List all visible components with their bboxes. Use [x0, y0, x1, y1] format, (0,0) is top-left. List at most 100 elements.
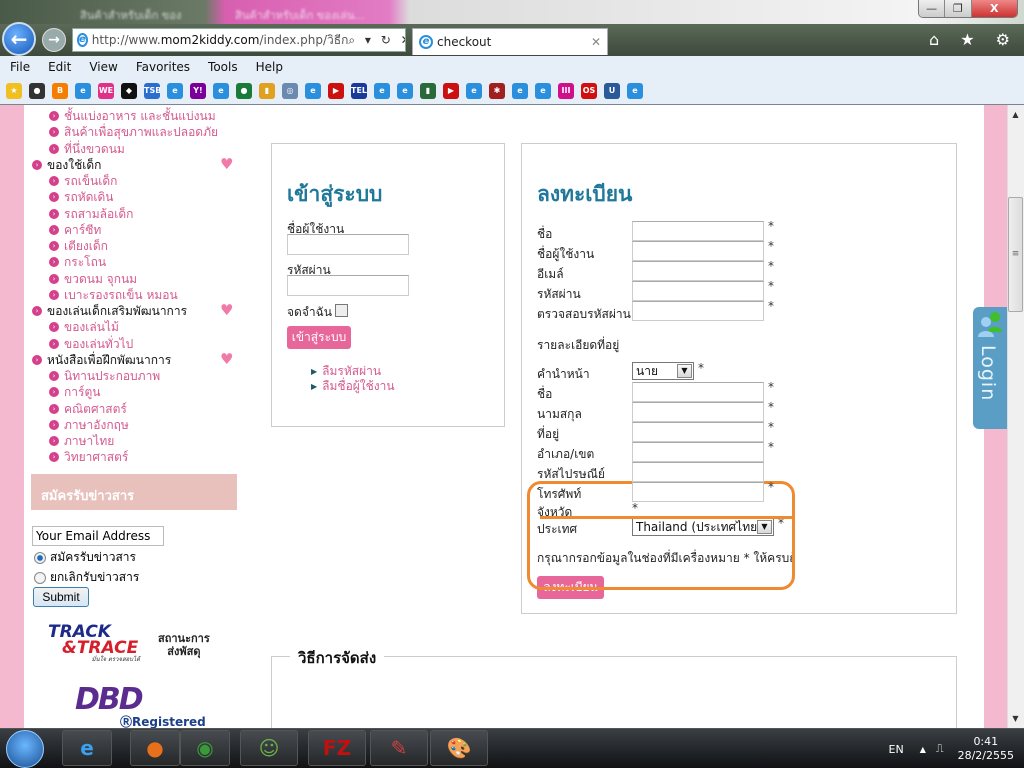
lastfm-icon[interactable]: OS	[581, 83, 597, 99]
taskbar-internet-explorer[interactable]: e	[62, 730, 112, 766]
ghost-icon[interactable]: ●	[29, 83, 45, 99]
start-button[interactable]	[6, 730, 44, 768]
clock[interactable]: 0:41 28/2/2555	[958, 735, 1014, 763]
ie-page-icon[interactable]: e	[466, 83, 482, 99]
forgot-username-link[interactable]: ลืมชื่อผู้ใช้งาน	[311, 377, 394, 396]
remember-me-checkbox[interactable]	[335, 304, 348, 317]
sidebar-item[interactable]: › รถเข็นเด็ก	[24, 173, 256, 189]
ie-page-icon[interactable]: e	[305, 83, 321, 99]
sidebar-item[interactable]: › การ์ตูน	[24, 384, 256, 400]
subscribe-radio[interactable]: สมัครรับข่าวสาร	[34, 548, 136, 567]
unsubscribe-radio[interactable]: ยกเลิกรับข่าวสาร	[34, 568, 139, 587]
sidebar-item[interactable]: › คณิตศาสตร์	[24, 401, 256, 417]
youtube-icon[interactable]: ▶	[443, 83, 459, 99]
globe-icon[interactable]: ●	[236, 83, 252, 99]
close-tab-icon[interactable]: ✕	[591, 35, 601, 49]
sidebar-item[interactable]: › นิทานประกอบภาพ	[24, 368, 256, 384]
sidebar-item[interactable]: › เตียงเด็ก	[24, 238, 256, 254]
robot-icon[interactable]: ✱	[489, 83, 505, 99]
youtube-icon[interactable]: ▶	[328, 83, 344, 99]
favorites-star-icon[interactable]: ★	[6, 83, 22, 99]
address-input[interactable]	[632, 442, 764, 462]
bird-icon[interactable]: ◆	[121, 83, 137, 99]
register-input[interactable]	[632, 281, 764, 301]
ie-page-icon[interactable]: e	[627, 83, 643, 99]
scroll-up-icon[interactable]: ▲	[1008, 110, 1023, 119]
sidebar-item[interactable]: › ขวดนม จุกนม	[24, 271, 256, 287]
newsletter-email-input[interactable]	[32, 526, 164, 546]
headphones-icon[interactable]: U	[604, 83, 620, 99]
newsletter-submit-button[interactable]: Submit	[33, 587, 89, 607]
login-username-input[interactable]	[287, 234, 409, 255]
show-hidden-icons[interactable]: ▲	[920, 745, 926, 754]
sidebar-item[interactable]: › คาร์ซีท	[24, 222, 256, 238]
tab-checkout[interactable]: e checkout ✕	[412, 28, 608, 55]
track-status-link[interactable]: สถานะการ ส่งพัสดุ	[158, 632, 210, 658]
sidebar-item[interactable]: › ภาษาอังกฤษ	[24, 417, 256, 433]
home-favorites-tools-icons[interactable]: ⌂ ★ ⚙	[929, 30, 1018, 49]
address-bar[interactable]: e http://www. mom2kiddy.com/index.php/วิธ…	[72, 28, 406, 52]
prefix-select[interactable]: นาย ▼	[632, 362, 694, 380]
address-input[interactable]	[632, 422, 764, 442]
sidebar-item[interactable]: › ชั้นแบ่งอาหาร และชั้นแบ่งนม	[24, 108, 256, 124]
register-input[interactable]	[632, 221, 764, 241]
menu-view[interactable]: View	[89, 60, 117, 74]
blogger-icon[interactable]: B	[52, 83, 68, 99]
login-button[interactable]: เข้าสู่ระบบ	[287, 326, 351, 349]
menu-file[interactable]: File	[10, 60, 30, 74]
tsb-icon[interactable]: TSB	[144, 83, 160, 99]
network-icon[interactable]: ⎍	[936, 742, 944, 756]
sidebar-item[interactable]: › รถหัดเดิน	[24, 189, 256, 205]
track-trace-logo[interactable]: TRACK &TRACE มั่นใจ ตรวจสอบได้	[48, 624, 140, 664]
ie-page-icon[interactable]: e	[374, 83, 390, 99]
sidebar-item[interactable]: › กระโถน	[24, 254, 256, 270]
ie-page-icon[interactable]: e	[213, 83, 229, 99]
tel-icon[interactable]: TEL	[351, 83, 367, 99]
close-window-button[interactable]: X	[971, 0, 1017, 17]
sidebar-item[interactable]: › สินค้าเพื่อสุขภาพและปลอดภัย	[24, 124, 256, 140]
ie-page-icon[interactable]: e	[167, 83, 183, 99]
taskbar-firefox[interactable]: ●	[130, 730, 180, 766]
taskbar-paint[interactable]: 🎨	[430, 730, 488, 766]
scroll-down-icon[interactable]: ▼	[1008, 714, 1023, 723]
back-button[interactable]: ←	[2, 22, 36, 56]
address-input[interactable]	[632, 462, 764, 482]
taskbar-notepad[interactable]: ✎	[370, 730, 428, 766]
register-input[interactable]	[632, 301, 764, 321]
sidebar-item[interactable]: › ของเล่นเด็กเสริมพัฒนาการ ♥	[24, 303, 256, 319]
yahoo-icon[interactable]: Y!	[190, 83, 206, 99]
ie-page-icon[interactable]: e	[397, 83, 413, 99]
register-input[interactable]	[632, 241, 764, 261]
taskbar-chrome[interactable]: ◉	[180, 730, 230, 766]
login-password-input[interactable]	[287, 275, 409, 296]
ie-page-icon[interactable]: e	[512, 83, 528, 99]
scrollbar-thumb[interactable]: ≡	[1008, 197, 1023, 312]
menu-help[interactable]: Help	[256, 60, 283, 74]
sidebar-item[interactable]: › วิทยาศาสตร์	[24, 449, 256, 465]
chart-icon[interactable]: ▮	[259, 83, 275, 99]
minimize-button[interactable]: —	[919, 0, 946, 17]
background-tab[interactable]: สินค้าสำหรับเด็ก ของเล่น...	[215, 2, 395, 24]
address-input[interactable]	[632, 482, 764, 502]
signal-icon[interactable]: ▮	[420, 83, 436, 99]
compass-icon[interactable]: ◎	[282, 83, 298, 99]
piano-icon[interactable]: III	[558, 83, 574, 99]
address-controls[interactable]: ⌕ ▾ ↻ ✕	[348, 33, 405, 48]
taskbar-messenger[interactable]: ☺	[240, 730, 298, 766]
language-indicator[interactable]: EN	[889, 743, 904, 756]
background-tab[interactable]: สินค้าสำหรับเด็ก ของเล่น...	[60, 2, 210, 40]
ie-page-icon[interactable]: e	[75, 83, 91, 99]
menu-favorites[interactable]: Favorites	[136, 60, 190, 74]
login-side-tab[interactable]: Login	[973, 307, 1007, 429]
address-input[interactable]	[632, 402, 764, 422]
sidebar-item[interactable]: › หนังสือเพื่อฝึกพัฒนาการ ♥	[24, 351, 256, 368]
menu-tools[interactable]: Tools	[208, 60, 238, 74]
address-input[interactable]	[632, 382, 764, 402]
taskbar-filezilla[interactable]: FZ	[308, 730, 366, 766]
ie-page-icon[interactable]: e	[535, 83, 551, 99]
sidebar-item[interactable]: › ของใช้เด็ก ♥	[24, 156, 256, 173]
menu-edit[interactable]: Edit	[48, 60, 71, 74]
sidebar-item[interactable]: › ของเล่นไม้	[24, 319, 256, 335]
sidebar-item[interactable]: › รถสามล้อเด็ก	[24, 206, 256, 222]
forward-button[interactable]: →	[42, 28, 66, 52]
